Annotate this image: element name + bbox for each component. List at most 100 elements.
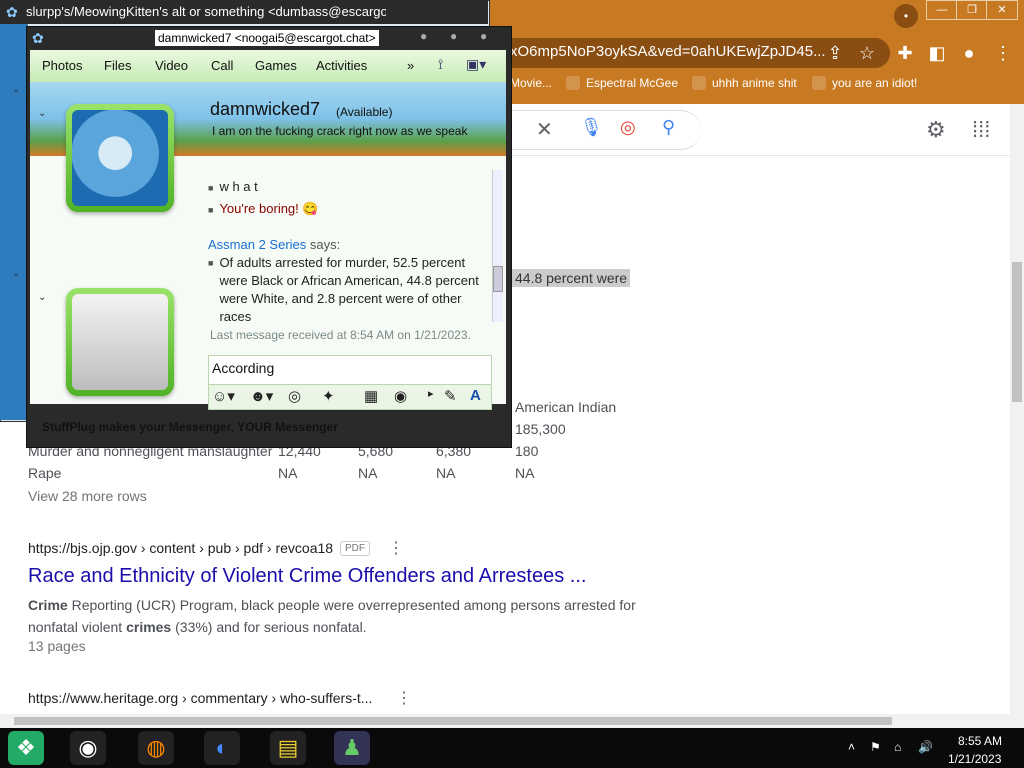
voice-clip-icon[interactable]: ◎ bbox=[288, 387, 301, 405]
result-url[interactable]: https://bjs.ojp.gov › content › pub › pd… bbox=[28, 540, 333, 556]
firefox-taskbar-icon[interactable]: ◍ bbox=[138, 731, 174, 765]
table-row-label: Rape bbox=[28, 465, 62, 481]
font-icon[interactable]: A bbox=[470, 387, 481, 404]
chat-scrollbar[interactable] bbox=[492, 170, 503, 322]
share-icon[interactable]: ⇪ bbox=[822, 40, 848, 66]
volume-icon[interactable]: 🔊 bbox=[918, 740, 933, 754]
bookmark-favicon-icon bbox=[566, 76, 580, 90]
bookmark-item[interactable]: Espectral McGee bbox=[566, 76, 678, 90]
message-sender-line: Assman 2 Series says: bbox=[208, 236, 488, 254]
nudge-send-icon[interactable]: ✦ bbox=[322, 387, 335, 405]
close-button[interactable]: ● bbox=[480, 29, 487, 43]
more-options-icon[interactable]: ⋮ bbox=[396, 688, 412, 708]
bookmark-label: Espectral McGee bbox=[586, 76, 679, 90]
chat-scroll-thumb[interactable] bbox=[493, 266, 503, 292]
chat-history: ■ w h a t ■ You're boring! 😋 Assman 2 Seri… bbox=[208, 162, 492, 322]
itunes-music-icon bbox=[72, 110, 168, 206]
background-picker-icon[interactable]: ▦ bbox=[364, 387, 378, 405]
menu-photos[interactable]: Photos bbox=[42, 58, 82, 73]
view-more-rows-link[interactable]: View 28 more rows bbox=[28, 488, 147, 504]
menu-activities[interactable]: Activities bbox=[316, 58, 367, 73]
message-text: Of adults arrested for murder, 52.5 perc… bbox=[219, 255, 479, 322]
snippet-bold: Crime bbox=[28, 597, 68, 613]
action-center-flag-icon[interactable]: ⚑ bbox=[870, 740, 881, 754]
contact-personal-message: I am on the fucking crack right now as w… bbox=[212, 124, 468, 138]
contact-avatar[interactable] bbox=[66, 104, 174, 212]
contact-name: damnwicked7 bbox=[210, 99, 321, 119]
menu-video[interactable]: Video bbox=[155, 58, 188, 73]
start-button[interactable]: ❖ bbox=[8, 731, 44, 765]
chrome-taskbar-icon[interactable]: ◉ bbox=[70, 731, 106, 765]
google-apps-icon[interactable]: ⁞⁞⁞ bbox=[972, 117, 990, 143]
options-icon[interactable]: ▣▾ bbox=[466, 56, 486, 73]
sound-icon[interactable]: ◉ bbox=[394, 387, 407, 405]
account-icon[interactable]: ● bbox=[956, 40, 982, 66]
more-arrow-icon[interactable]: ▸ bbox=[428, 387, 434, 400]
menu-more[interactable]: » bbox=[407, 58, 414, 73]
bookmark-item[interactable]: you are an idiot! bbox=[812, 76, 917, 90]
expand-icon[interactable]: ⌄ bbox=[12, 268, 20, 279]
user-avatar[interactable] bbox=[66, 288, 174, 396]
bookmark-label: uhhh anime shit bbox=[712, 76, 797, 90]
collapse-icon[interactable]: ⌄ bbox=[38, 108, 46, 119]
result-title-link[interactable]: Race and Ethnicity of Violent Crime Offe… bbox=[28, 565, 586, 588]
nudge-icon[interactable]: ⟟ bbox=[438, 56, 443, 73]
messenger-logo-icon: ✿ bbox=[6, 4, 18, 20]
sender-name: Assman 2 Series bbox=[208, 237, 307, 252]
show-hidden-icons[interactable]: ˄ bbox=[848, 740, 855, 754]
says-label: says: bbox=[306, 237, 341, 252]
network-icon[interactable]: ⌂ bbox=[894, 740, 901, 754]
clear-search-icon[interactable]: ✕ bbox=[536, 117, 553, 142]
chrome-menu-icon[interactable]: ⋮ bbox=[990, 40, 1016, 66]
menu-call[interactable]: Call bbox=[211, 58, 233, 73]
smiley-icon: 😋 bbox=[302, 201, 319, 216]
menu-files[interactable]: Files bbox=[104, 58, 131, 73]
more-options-icon[interactable]: ⋮ bbox=[388, 538, 404, 558]
pdf-badge: PDF bbox=[340, 541, 370, 556]
minimize-button[interactable]: — bbox=[926, 0, 958, 20]
bullet-icon: ■ bbox=[208, 205, 214, 215]
highlighted-snippet: 44.8 percent were bbox=[512, 269, 631, 287]
extensions-icon[interactable]: ✚ bbox=[892, 40, 918, 66]
maximize-button[interactable]: ● bbox=[450, 29, 457, 43]
menu-games[interactable]: Games bbox=[255, 58, 297, 73]
lens-search-icon[interactable]: ◎ bbox=[620, 117, 636, 138]
address-bar-url: xO6mp5NoP3oykSA&ved=0ahUKEwjZpJD45... bbox=[510, 43, 826, 60]
bookmark-item[interactable]: Movie... bbox=[510, 76, 552, 90]
message-text: You're boring! bbox=[219, 201, 299, 216]
bookmark-label: Movie... bbox=[510, 76, 553, 90]
messenger-taskbar-icon[interactable]: ♟ bbox=[334, 731, 370, 765]
minimize-button[interactable]: ● bbox=[420, 29, 427, 43]
snippet-text: (33%) and for serious nonfatal. bbox=[171, 619, 367, 635]
file-explorer-icon[interactable]: ▤ bbox=[270, 731, 306, 765]
bookmark-label: you are an idiot! bbox=[832, 76, 918, 90]
profile-icon[interactable]: • bbox=[894, 4, 918, 28]
vertical-scroll-thumb[interactable] bbox=[1012, 262, 1022, 402]
wink-picker-icon[interactable]: ☻▾ bbox=[250, 387, 273, 405]
table-cell: 185,300 bbox=[515, 421, 566, 437]
app-taskbar-icon[interactable]: ◐ bbox=[204, 731, 240, 765]
message-text: w h a t bbox=[219, 179, 258, 194]
emoticon-picker-icon[interactable]: ☺▾ bbox=[212, 387, 235, 405]
clock-time[interactable]: 8:55 AM bbox=[958, 734, 1002, 748]
collapse-icon[interactable]: ⌄ bbox=[38, 292, 46, 303]
default-user-icon bbox=[72, 294, 168, 390]
close-button[interactable]: ✕ bbox=[986, 0, 1018, 20]
side-panel-icon[interactable]: ◧ bbox=[924, 40, 950, 66]
chat-message: ■ Of adults arrested for murder, 52.5 per… bbox=[208, 254, 488, 322]
handwriting-icon[interactable]: ✎ bbox=[444, 387, 457, 405]
maximize-button[interactable]: ❐ bbox=[956, 0, 988, 20]
bullet-icon: ■ bbox=[208, 258, 214, 268]
settings-gear-icon[interactable]: ⚙ bbox=[926, 117, 946, 143]
result-url[interactable]: https://www.heritage.org › commentary › … bbox=[28, 690, 372, 706]
search-icon[interactable]: ⚲ bbox=[662, 117, 675, 138]
table-cell: NA bbox=[515, 465, 535, 481]
snippet-bold: crimes bbox=[126, 619, 172, 635]
voice-search-icon[interactable]: 🎙 bbox=[580, 117, 603, 138]
vertical-scrollbar[interactable] bbox=[1010, 104, 1024, 728]
horizontal-scroll-thumb[interactable] bbox=[14, 717, 892, 725]
clock-date[interactable]: 1/21/2023 bbox=[948, 752, 1001, 766]
expand-icon[interactable]: ⌄ bbox=[12, 84, 20, 95]
bookmark-item[interactable]: uhhh anime shit bbox=[692, 76, 797, 90]
bookmark-star-icon[interactable]: ☆ bbox=[854, 40, 880, 66]
